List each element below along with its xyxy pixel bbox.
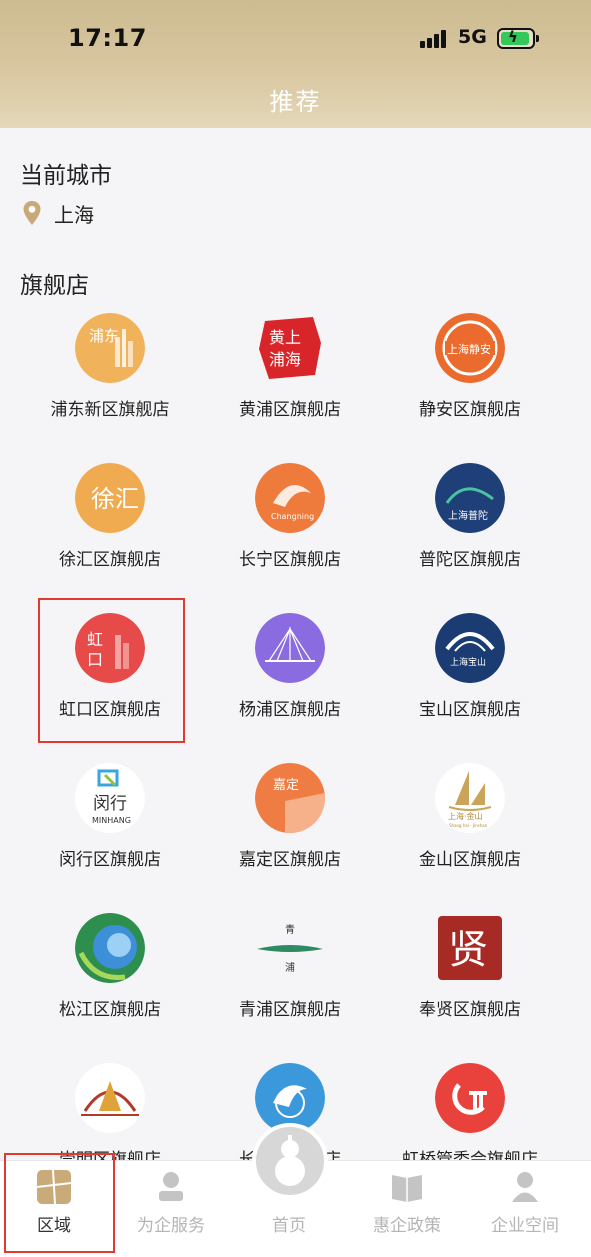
network-label: 5G [458,26,487,48]
tab-enterprise-service[interactable]: 为企服务 [112,1161,230,1257]
status-bar: 17:17 5G ϟ [0,0,591,76]
selection-highlight-box [38,598,185,743]
svg-text:上海普陀: 上海普陀 [448,509,488,522]
store-changning[interactable]: Changning 长宁区旗舰店 [200,463,380,613]
store-jinshan[interactable]: 上海·金山 Shang hai · Jinshan 金山区旗舰店 [380,763,560,913]
huangpu-logo-icon: 黄上 浦海 [255,313,325,383]
svg-text:MINHANG: MINHANG [92,816,131,825]
fengxian-logo-icon: 贤 [435,913,505,983]
changning-logo-icon: Changning [255,463,325,533]
store-label: 普陀区旗舰店 [419,550,521,570]
store-minhang[interactable]: 闵行 MINHANG 闵行区旗舰店 [20,763,200,913]
svg-text:Shang hai · Jinshan: Shang hai · Jinshan [449,823,488,828]
store-label: 金山区旗舰店 [419,850,521,870]
svg-text:浦海: 浦海 [269,350,301,369]
svg-text:浦东: 浦东 [89,327,119,345]
jiading-logo-icon: 嘉定 [255,763,325,833]
store-label: 嘉定区旗舰店 [239,850,341,870]
store-qingpu[interactable]: 青浦 青浦区旗舰店 [200,913,380,1063]
store-putuo[interactable]: 上海普陀 普陀区旗舰店 [380,463,560,613]
tab-policy-label: 惠企政策 [373,1216,441,1236]
pudong-logo-icon: 浦东 [75,313,145,383]
baoshan-logo-icon: 上海宝山 [435,613,505,683]
store-label: 长宁区旗舰店 [239,550,341,570]
current-city-title: 当前城市 [20,163,112,189]
store-jingan[interactable]: 上海静安 静安区旗舰店 [380,313,560,463]
svg-text:嘉定: 嘉定 [273,778,299,793]
current-city-name: 上海 [54,202,94,227]
svg-text:贤: 贤 [448,927,488,973]
songjiang-logo-icon [75,913,145,983]
svg-text:浦: 浦 [285,961,295,974]
status-time: 17:17 [68,24,147,52]
tab-home-label: 首页 [272,1216,306,1236]
store-songjiang[interactable]: 松江区旗舰店 [20,913,200,1063]
svg-text:上海·金山: 上海·金山 [448,811,483,821]
store-huangpu[interactable]: 黄上浦海 黄浦区旗舰店 [200,313,380,463]
store-label: 闵行区旗舰店 [59,850,161,870]
chongming-logo-icon [75,1063,145,1133]
tab-selection-highlight-box [4,1153,115,1253]
svg-text:徐汇: 徐汇 [91,485,139,513]
store-label: 奉贤区旗舰店 [419,1000,521,1020]
store-label: 松江区旗舰店 [59,1000,161,1020]
svg-text:青: 青 [285,923,295,936]
svg-text:闵行: 闵行 [93,794,127,814]
store-label: 宝山区旗舰店 [419,700,521,720]
store-label: 青浦区旗舰店 [239,1000,341,1020]
location-pin-icon [22,200,42,226]
store-xuhui[interactable]: 徐汇 徐汇区旗舰店 [20,463,200,613]
store-yangpu[interactable]: 杨浦区旗舰店 [200,613,380,763]
home-gourd-icon[interactable] [252,1123,328,1199]
current-city-row[interactable]: 上海 [22,198,94,228]
page-title: 推荐 [269,88,322,116]
yangpu-logo-icon [255,613,325,683]
minhang-logo-icon: 闵行 MINHANG [75,763,145,833]
store-fengxian[interactable]: 贤 奉贤区旗舰店 [380,913,560,1063]
store-label: 黄浦区旗舰店 [239,400,341,420]
putuo-logo-icon: 上海普陀 [435,463,505,533]
battery-icon: ϟ [497,28,539,49]
hongqiao-logo-icon [435,1063,505,1133]
header: 17:17 5G ϟ 推荐 [0,0,591,128]
svg-text:上海静安: 上海静安 [447,342,491,356]
signal-icon [420,30,450,48]
store-label: 浦东新区旗舰店 [50,400,170,420]
store-label: 静安区旗舰店 [419,400,521,420]
tab-enterprise-space[interactable]: 企业空间 [466,1161,584,1257]
flagship-title: 旗舰店 [20,273,89,299]
store-label: 杨浦区旗舰店 [239,700,341,720]
svg-text:黄上: 黄上 [269,328,301,347]
svg-text:上海宝山: 上海宝山 [450,656,486,668]
tab-enterprise-space-label: 企业空间 [491,1216,559,1236]
tab-enterprise-service-label: 为企服务 [137,1216,205,1236]
enterprise-space-icon [507,1169,543,1205]
tab-policy[interactable]: 惠企政策 [348,1161,466,1257]
qingpu-logo-icon: 青浦 [255,913,325,983]
jingan-logo-icon: 上海静安 [435,313,505,383]
store-pudong[interactable]: 浦东 浦东新区旗舰店 [20,313,200,463]
jinshan-logo-icon: 上海·金山 Shang hai · Jinshan [435,763,505,833]
policy-book-icon [389,1169,425,1205]
store-label: 徐汇区旗舰店 [59,550,161,570]
enterprise-service-icon [153,1169,189,1205]
xuhui-logo-icon: 徐汇 [75,463,145,533]
store-jiading[interactable]: 嘉定 嘉定区旗舰店 [200,763,380,913]
store-baoshan[interactable]: 上海宝山 宝山区旗舰店 [380,613,560,763]
svg-text:Changning: Changning [271,512,314,521]
